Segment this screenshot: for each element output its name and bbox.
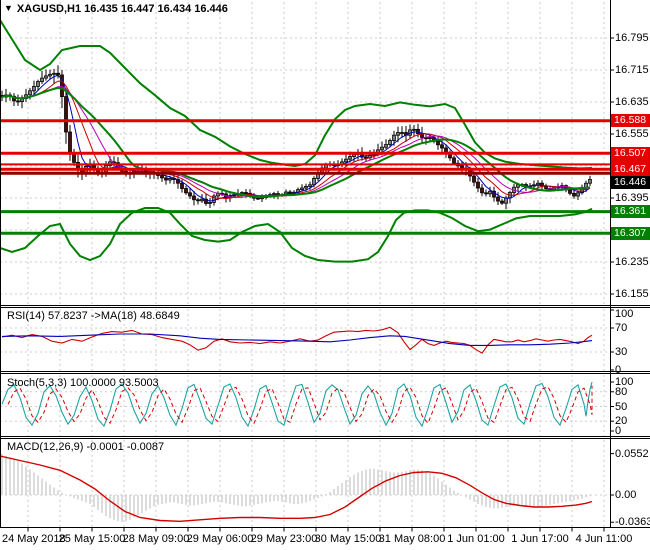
macd-histogram xyxy=(1,453,591,522)
candlesticks xyxy=(0,72,592,204)
trading-chart-window: ▼ XAGUSD,H1 16.435 16.447 16.434 16.446 R… xyxy=(0,0,650,550)
chart-plot-area[interactable] xyxy=(0,0,650,550)
ma-medium-line xyxy=(1,80,591,200)
bollinger-upper-band xyxy=(0,19,593,170)
stoch-k-line xyxy=(1,381,593,428)
ma-slow-line xyxy=(1,86,591,198)
macd-signal-line xyxy=(0,455,593,523)
ma-fast-line xyxy=(1,74,591,202)
bollinger-lower-band xyxy=(0,207,593,263)
rsi-line xyxy=(1,326,593,354)
bollinger-middle-band xyxy=(1,86,591,199)
